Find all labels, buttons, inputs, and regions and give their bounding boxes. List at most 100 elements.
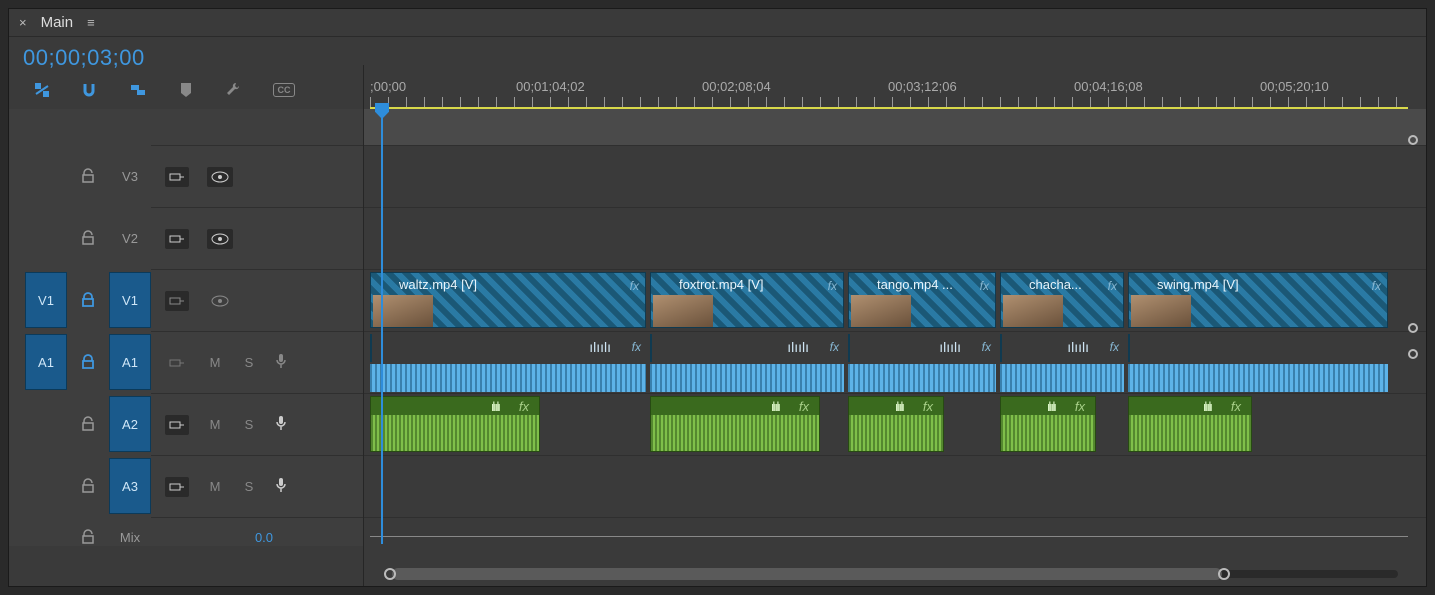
tracks-gap bbox=[364, 109, 1426, 145]
track-targeting-button[interactable] bbox=[165, 291, 189, 311]
mute-button[interactable]: M bbox=[207, 417, 223, 432]
playhead-timecode[interactable]: 00;00;03;00 bbox=[23, 45, 145, 71]
ruler-tick-label: 00;03;12;06 bbox=[888, 79, 957, 94]
audio-clip-linked[interactable]: ılıılı fx bbox=[370, 334, 372, 362]
vscroll-knob[interactable] bbox=[1408, 349, 1418, 359]
ruler-tick-label: 00;04;16;08 bbox=[1074, 79, 1143, 94]
audio-clip[interactable]: ılıılı fx bbox=[1128, 396, 1252, 452]
hscroll-thumb[interactable] bbox=[392, 568, 1222, 580]
marker-icon[interactable] bbox=[177, 81, 195, 99]
close-panel-icon[interactable]: × bbox=[19, 15, 27, 30]
track-target-a1[interactable]: A1 bbox=[109, 334, 151, 390]
lock-toggle[interactable] bbox=[67, 145, 109, 207]
vscroll-knob[interactable] bbox=[1408, 323, 1418, 333]
zoom-handle-right[interactable] bbox=[1218, 568, 1230, 580]
toggle-track-output-button[interactable] bbox=[207, 291, 233, 311]
mix-level-line[interactable] bbox=[370, 536, 1408, 537]
source-patch-empty[interactable] bbox=[25, 210, 67, 266]
video-clip[interactable]: chacha... fx bbox=[1000, 272, 1124, 328]
lane-v3[interactable] bbox=[364, 145, 1426, 207]
fx-badge: fx bbox=[828, 279, 837, 293]
voiceover-record-button[interactable] bbox=[275, 353, 287, 372]
video-clip[interactable]: tango.mp4 ... fx bbox=[848, 272, 996, 328]
track-target-v1[interactable]: V1 bbox=[109, 272, 151, 328]
clip-label: swing.mp4 [V] bbox=[1157, 277, 1239, 292]
tracks-canvas[interactable]: waltz.mp4 [V] fx foxtrot.mp4 [V] fx tang… bbox=[364, 109, 1426, 544]
audio-clip[interactable]: ılıılıfx bbox=[650, 396, 820, 452]
source-patch-empty[interactable] bbox=[25, 509, 67, 565]
mix-level-value[interactable]: 0.0 bbox=[255, 530, 273, 545]
audio-clip-linked[interactable]: ılıılıfx bbox=[1000, 334, 1002, 362]
source-patch-empty[interactable] bbox=[25, 458, 67, 514]
audio-clip[interactable]: ılıılı fx bbox=[370, 396, 540, 452]
lane-a3[interactable] bbox=[364, 455, 1426, 517]
wrench-settings-icon[interactable] bbox=[225, 81, 243, 99]
zoom-handle-left[interactable] bbox=[384, 568, 396, 580]
lock-toggle[interactable] bbox=[67, 207, 109, 269]
fx-badge: fx bbox=[1108, 279, 1117, 293]
lane-a2[interactable]: ılıılıfx ılıılıfx ılıılıfx ılıılıfx ılıı… bbox=[364, 393, 1426, 455]
clip-thumbnail bbox=[1131, 295, 1191, 327]
source-patch-v1[interactable]: V1 bbox=[25, 272, 67, 328]
fx-badge: fx bbox=[1231, 399, 1241, 414]
audio-clip-linked[interactable]: ılıılıfx bbox=[848, 334, 850, 362]
video-clip[interactable]: waltz.mp4 [V] fx bbox=[370, 272, 646, 328]
solo-button[interactable]: S bbox=[241, 355, 257, 370]
source-patch-empty[interactable] bbox=[25, 396, 67, 452]
track-targeting-button[interactable] bbox=[165, 229, 189, 249]
lane-v2[interactable] bbox=[364, 207, 1426, 269]
fx-badge: fx bbox=[630, 279, 639, 293]
video-clip[interactable]: foxtrot.mp4 [V] fx bbox=[650, 272, 844, 328]
snap-icon[interactable] bbox=[81, 81, 99, 99]
voiceover-record-button[interactable] bbox=[275, 477, 287, 496]
track-header-v3: V3 bbox=[9, 145, 363, 207]
waveform bbox=[1129, 415, 1251, 452]
audio-clip-linked[interactable]: ılıılıfx bbox=[650, 334, 652, 362]
solo-button[interactable]: S bbox=[241, 417, 257, 432]
toggle-track-output-button[interactable] bbox=[207, 167, 233, 187]
lane-v1[interactable]: waltz.mp4 [V] fx foxtrot.mp4 [V] fx tang… bbox=[364, 269, 1426, 331]
captions-icon[interactable]: CC bbox=[273, 83, 295, 97]
panel-header: × Main ≡ bbox=[9, 9, 1426, 37]
fx-badge: fx bbox=[519, 399, 529, 414]
source-patch-a1[interactable]: A1 bbox=[25, 334, 67, 390]
lock-toggle-locked[interactable] bbox=[67, 331, 109, 393]
insert-overwrite-icon[interactable] bbox=[33, 81, 51, 99]
solo-button[interactable]: S bbox=[241, 479, 257, 494]
mute-button[interactable]: M bbox=[207, 355, 223, 370]
time-ruler[interactable]: ;00;00 00;01;04;02 00;02;08;04 00;03;12;… bbox=[364, 65, 1426, 109]
track-label[interactable]: V3 bbox=[122, 169, 138, 184]
audio-clip-linked[interactable]: ılıılıfx bbox=[1128, 334, 1130, 362]
source-patch-empty[interactable] bbox=[25, 148, 67, 204]
track-label[interactable]: V2 bbox=[122, 231, 138, 246]
voiceover-record-button[interactable] bbox=[275, 415, 287, 434]
sequence-title[interactable]: Main bbox=[41, 14, 74, 31]
track-targeting-button[interactable] bbox=[165, 167, 189, 187]
video-clip[interactable]: swing.mp4 [V] fx bbox=[1128, 272, 1388, 328]
track-targeting-button[interactable] bbox=[165, 353, 189, 373]
track-targeting-button[interactable] bbox=[165, 415, 189, 435]
horizontal-scrollbar[interactable] bbox=[364, 564, 1426, 586]
audio-clip[interactable]: ılıılıfx bbox=[1000, 396, 1096, 452]
lock-toggle[interactable] bbox=[67, 393, 109, 455]
vscroll-knob[interactable] bbox=[1408, 135, 1418, 145]
lane-mix[interactable]: ▶◀ bbox=[364, 517, 1426, 557]
toggle-track-output-button[interactable] bbox=[207, 229, 233, 249]
track-label: Mix bbox=[120, 530, 140, 545]
waveform bbox=[1000, 364, 1124, 392]
mute-button[interactable]: M bbox=[207, 479, 223, 494]
audio-glyph-icon: ılıılı bbox=[491, 399, 499, 414]
fx-badge: fx bbox=[632, 340, 641, 354]
linked-selection-icon[interactable] bbox=[129, 81, 147, 99]
panel-menu-icon[interactable]: ≡ bbox=[87, 15, 95, 30]
lock-toggle[interactable] bbox=[67, 455, 109, 517]
audio-glyph-icon: ılıılı bbox=[1203, 399, 1211, 414]
lock-toggle-locked[interactable] bbox=[67, 269, 109, 331]
track-target-a3[interactable]: A3 bbox=[109, 458, 151, 514]
clip-label: waltz.mp4 [V] bbox=[399, 277, 477, 292]
track-target-a2[interactable]: A2 bbox=[109, 396, 151, 452]
lock-toggle[interactable] bbox=[67, 517, 109, 557]
track-targeting-button[interactable] bbox=[165, 477, 189, 497]
audio-clip[interactable]: ılıılıfx bbox=[848, 396, 944, 452]
lane-a1[interactable]: ılıılı fx ılıılıfx ılıılıfx ılıılıfx bbox=[364, 331, 1426, 393]
